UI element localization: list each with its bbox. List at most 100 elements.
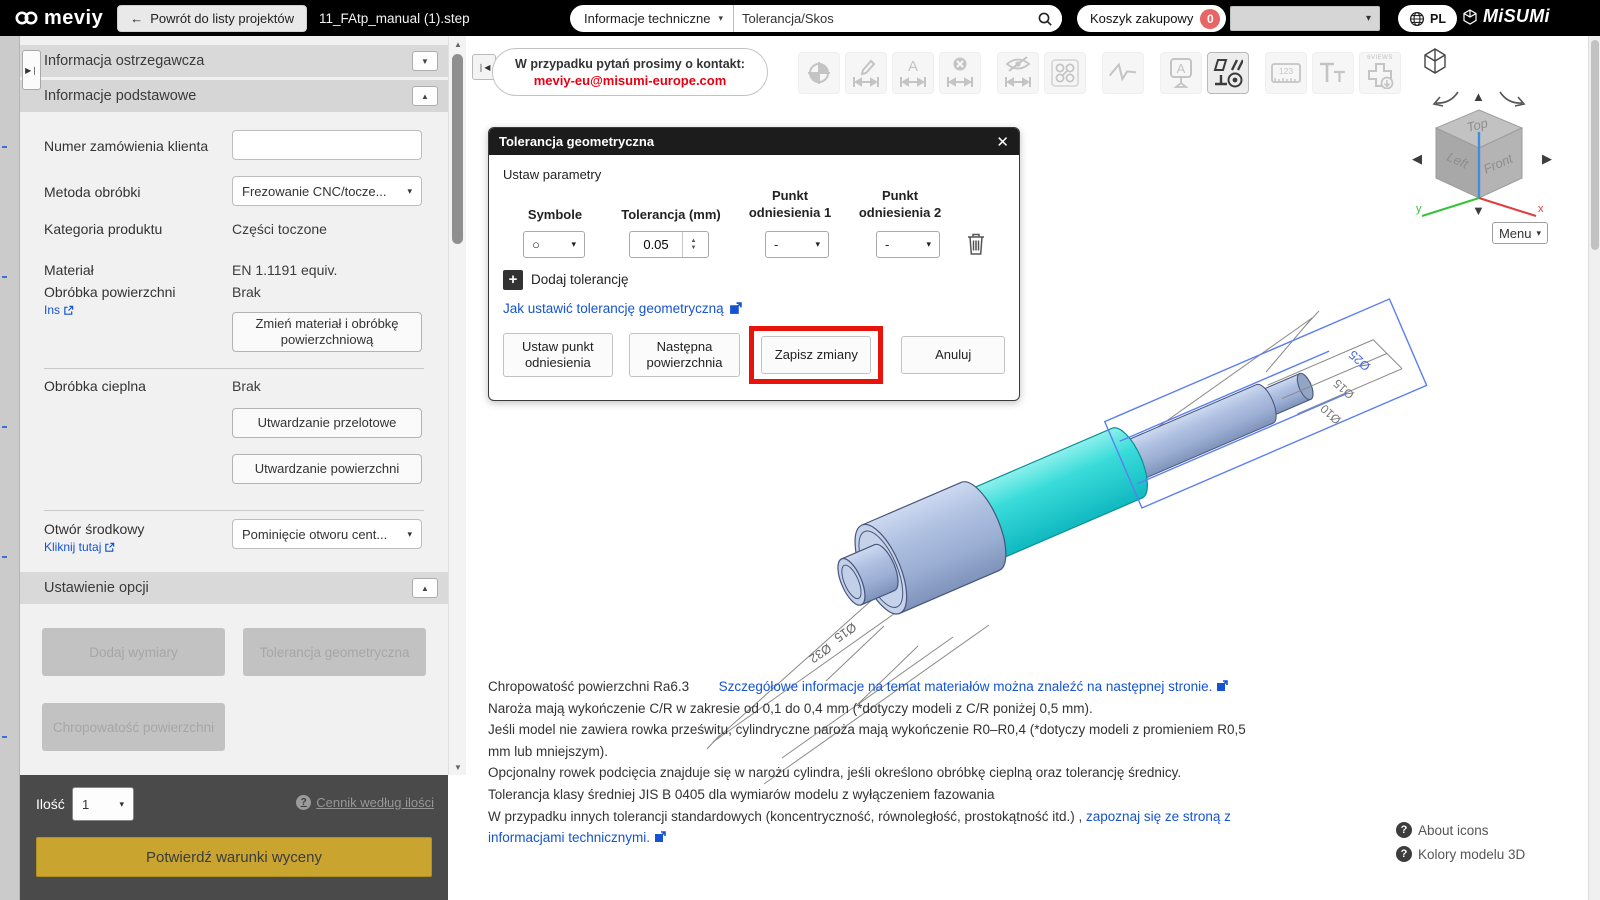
surface-value: Brak	[232, 284, 261, 300]
external-link-icon	[654, 831, 666, 843]
language-button[interactable]: PL	[1398, 5, 1457, 32]
cart-button[interactable]: Koszyk zakupowy 0	[1077, 5, 1226, 32]
surface-roughness-button[interactable]: Chropowatość powierzchni	[42, 703, 225, 751]
order-number-input[interactable]	[232, 130, 422, 160]
quantity-label: Ilość	[36, 796, 65, 812]
dimension-list-icon[interactable]: 123	[1265, 52, 1307, 94]
dimension-text-icon[interactable]: A	[892, 52, 934, 94]
cube-wireframe-icon[interactable]	[1420, 46, 1450, 76]
contact-line: W przypadku pytań prosimy o kontakt:	[515, 57, 745, 71]
meviy-logo-text: meviy	[44, 7, 103, 30]
through-hardening-button[interactable]: Utwardzanie przelotowe	[232, 408, 422, 438]
part-number-select[interactable]: ▾	[1230, 6, 1380, 31]
price-list-link[interactable]: ? Cennik według ilości	[296, 795, 434, 810]
collapse-toggle-icon[interactable]: ▲	[412, 86, 438, 106]
section-options-header[interactable]: Ustawienie opcji ▲	[20, 572, 448, 604]
method-select[interactable]: Frezowanie CNC/tocze... ▾	[232, 176, 422, 206]
divider	[44, 368, 424, 369]
center-hole-select[interactable]: Pominięcie otworu cent... ▾	[232, 519, 422, 549]
view-cube-widget: ▲ Top Left Front y x ◀ ▶ ▼ Menu ▾	[1404, 44, 1600, 284]
globe-icon	[1409, 11, 1425, 27]
heat-value: Brak	[232, 378, 261, 394]
change-material-button[interactable]: Zmień materiał i obróbkę powierzchniową	[232, 312, 422, 352]
search-category-value: Informacje techniczne	[584, 11, 710, 26]
external-link-icon	[63, 305, 74, 316]
surface-hardening-button[interactable]: Utwardzanie powierzchni	[232, 454, 422, 484]
materials-info-link[interactable]: Szczegółowe informacje na temat materiał…	[719, 679, 1213, 694]
rotate-right-step-icon[interactable]: ▶	[1542, 152, 1552, 165]
geometric-tolerance-icon[interactable]	[1207, 52, 1249, 94]
back-button-label: Powrót do listy projektów	[150, 11, 294, 26]
chevron-down-icon: ▾	[1366, 13, 1371, 24]
collapse-toggle-icon[interactable]: ▼	[412, 51, 438, 71]
six-views-icon[interactable]: 6VIEWS	[1359, 52, 1401, 94]
geometric-tolerance-button[interactable]: Tolerancja geometryczna	[243, 628, 426, 676]
add-dimension-icon[interactable]	[845, 52, 887, 94]
datum2-select[interactable]: - ▾	[876, 231, 940, 258]
how-to-set-link[interactable]: Jak ustawić tolerancję geometryczną	[503, 301, 1005, 316]
hole-pattern-icon[interactable]	[1044, 52, 1086, 94]
trash-icon[interactable]	[966, 232, 986, 256]
section-basic-header[interactable]: Informacje podstawowe ▲	[20, 80, 448, 112]
collapsed-panel-strip[interactable]	[0, 36, 20, 900]
next-surface-button[interactable]: Następna powierzchnia	[629, 333, 741, 378]
tolerance-stepper[interactable]: ▲▼	[682, 232, 704, 257]
rotate-left-step-icon[interactable]: ◀	[1412, 152, 1422, 165]
collapse-icon: ❘◀	[478, 63, 491, 72]
scrollbar-thumb[interactable]	[452, 54, 463, 244]
cancel-button[interactable]: Anuluj	[901, 336, 1005, 374]
model-colors-link[interactable]: ? Kolory modelu 3D	[1396, 846, 1586, 862]
close-icon[interactable]: ✕	[996, 133, 1009, 151]
ins-link[interactable]: Ins	[44, 303, 74, 317]
misumi-logo[interactable]: MiSUMi	[1462, 6, 1550, 27]
datum1-select[interactable]: - ▾	[765, 231, 829, 258]
set-parameters-label: Ustaw parametry	[503, 167, 1005, 182]
sidebar-scrollbar[interactable]: ▲ ▼	[448, 36, 466, 775]
datum-symbol-icon[interactable]: A	[1160, 52, 1202, 94]
contact-email-link[interactable]: meviy-eu@misumi-europe.com	[534, 73, 727, 88]
meviy-logo[interactable]: meviy	[14, 7, 103, 30]
add-tolerance-button[interactable]: + Dodaj tolerancję	[503, 270, 1005, 290]
hide-dimension-icon[interactable]	[997, 52, 1039, 94]
symbol-select[interactable]: ○ ▾	[523, 231, 585, 258]
scroll-down-icon[interactable]: ▼	[449, 759, 467, 775]
axis-x-label: x	[1538, 203, 1544, 215]
center-hole-link[interactable]: Kliknij tutaj	[44, 540, 115, 554]
datum1-value: -	[774, 237, 778, 252]
note-line: Opcjonalny rowek podcięcia znajduje się …	[488, 762, 1270, 784]
center-hole-value: Pominięcie otworu cent...	[242, 527, 387, 542]
quantity-select[interactable]: 1 ▾	[72, 787, 134, 821]
app-window: meviy ← Powrót do listy projektów 11_FAt…	[0, 0, 1600, 900]
add-dimensions-button[interactable]: Dodaj wymiary	[42, 628, 225, 676]
options-header-label: Ustawienie opcji	[44, 580, 149, 596]
svg-text:123: 123	[1279, 66, 1293, 76]
set-datum-button[interactable]: Ustaw punkt odniesienia	[503, 333, 613, 378]
dialog-title: Tolerancja geometryczna	[499, 134, 654, 149]
language-label: PL	[1430, 12, 1446, 26]
search-input[interactable]	[734, 11, 1028, 26]
back-arrow-icon: ←	[130, 11, 143, 26]
text-size-icon[interactable]	[1312, 52, 1354, 94]
viewer-menu-button[interactable]: Menu ▾	[1492, 222, 1548, 244]
tolerance-input[interactable]	[630, 237, 682, 252]
scroll-up-icon[interactable]: ▲	[449, 36, 467, 52]
datum-target-icon[interactable]	[798, 52, 840, 94]
delete-dimension-icon[interactable]	[939, 52, 981, 94]
collapse-toggle-icon[interactable]: ▲	[412, 578, 438, 598]
back-to-projects-button[interactable]: ← Powrót do listy projektów	[117, 5, 307, 32]
section-warning-header[interactable]: Informacja ostrzegawcza ▼	[20, 45, 448, 77]
save-changes-button[interactable]: Zapisz zmiany	[761, 336, 871, 374]
surface-check-icon[interactable]	[1102, 52, 1144, 94]
column-headers: Symbole Tolerancja (mm) Punkt odniesieni…	[503, 188, 1005, 222]
file-name: 11_FAtp_manual (1).step	[319, 11, 470, 26]
sidebar-expand-handle[interactable]: ▶❘	[22, 50, 41, 90]
viewer-toolbar: A A 123	[798, 52, 1401, 94]
dialog-header[interactable]: Tolerancja geometryczna ✕	[489, 128, 1019, 155]
search-category-select[interactable]: Informacje techniczne ▾	[570, 5, 734, 32]
about-icons-link[interactable]: ? About icons	[1396, 822, 1586, 838]
tilt-down-icon[interactable]: ▼	[1472, 204, 1485, 217]
search-icon[interactable]	[1028, 5, 1062, 32]
note-line-links: W przypadku innych tolerancji standardow…	[488, 806, 1270, 849]
confirm-quote-button[interactable]: Potwierdź warunki wyceny	[36, 837, 432, 877]
note-line: Jeśli model nie zawiera rowka prześwitu,…	[488, 719, 1270, 762]
